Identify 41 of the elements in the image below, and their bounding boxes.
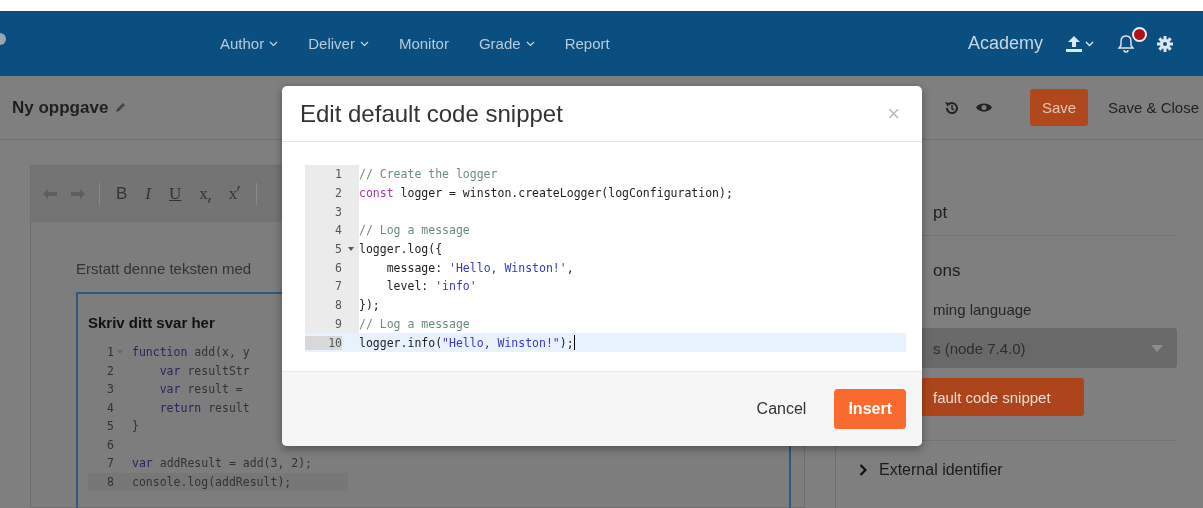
code-line: } xyxy=(132,419,139,434)
line-number: 6 xyxy=(334,260,342,275)
dialog-title: Edit default code snippet xyxy=(300,99,563,128)
line-number: 1 xyxy=(334,167,342,182)
code-line: var result = xyxy=(158,382,244,397)
code-line: // Log a message xyxy=(359,223,470,238)
line-number: 5 xyxy=(106,419,114,434)
page-title: Ny oppgave xyxy=(12,97,109,118)
code-line: }); xyxy=(359,298,380,313)
line-number: 3 xyxy=(334,204,342,219)
line-number: 8 xyxy=(106,474,114,489)
line-number: 7 xyxy=(106,456,114,471)
line-number: 4 xyxy=(106,400,114,415)
line-number: 9 xyxy=(334,316,342,331)
code-line: message: 'Hello, Winston!', xyxy=(385,260,574,275)
code-line: logger.log({ xyxy=(359,242,443,257)
line-number: 8 xyxy=(334,298,342,313)
instruction-text: Erstatt denne teksten med xyxy=(76,260,252,277)
section-heading: pt xyxy=(933,202,948,223)
line-number: 5 xyxy=(334,242,342,257)
code-line: // Log a message xyxy=(359,316,470,331)
line-number: 10 xyxy=(305,335,342,350)
line-number: 7 xyxy=(334,279,342,294)
code-line: const logger = winston.createLogger(logConfiguration); xyxy=(359,186,733,201)
code-line: return result xyxy=(158,400,250,415)
code-line: console.log(addResult); xyxy=(132,474,292,489)
line-number: 2 xyxy=(106,363,114,378)
code-line: var addResult = add(3, 2); xyxy=(132,456,313,471)
line-number: 1 xyxy=(106,345,114,360)
line-number: 4 xyxy=(334,223,342,238)
code-line: var resultStr xyxy=(158,363,250,378)
code-line: // Create the logger xyxy=(359,167,498,182)
line-number: 3 xyxy=(106,382,114,397)
field-label: ming language xyxy=(932,301,1033,318)
line-number: 6 xyxy=(106,437,114,452)
code-line: level: 'info' xyxy=(385,279,477,294)
line-number: 2 xyxy=(334,186,342,201)
code-line: function add(x, y xyxy=(132,345,250,360)
code-line: logger.info("Hello, Winston!"); xyxy=(359,335,574,350)
answer-heading: Skriv ditt svar her xyxy=(88,314,215,331)
section-heading: ons xyxy=(933,261,961,281)
